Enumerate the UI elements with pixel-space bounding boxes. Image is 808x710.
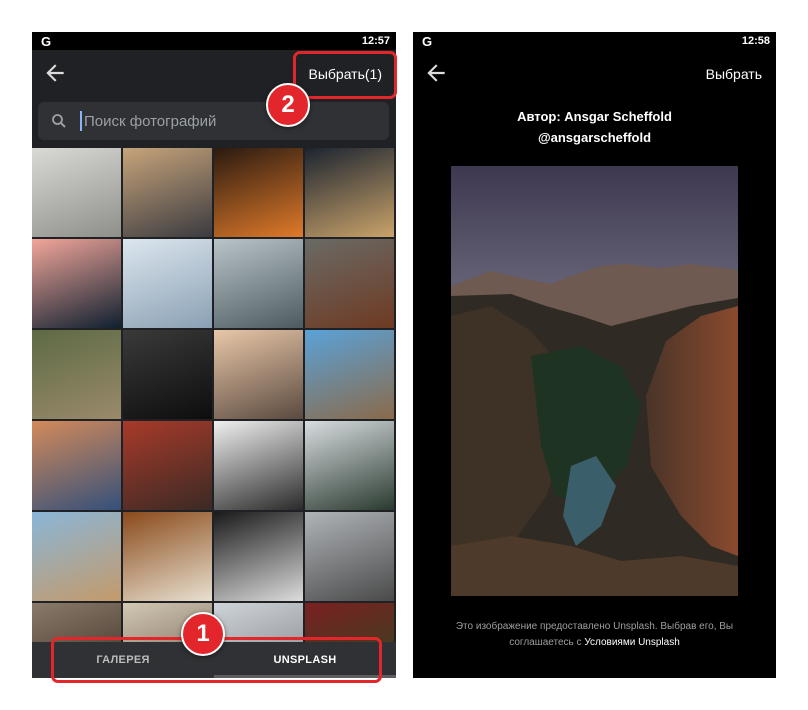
canyon-thumbnail-photo[interactable] [305, 239, 394, 328]
rainy-street-photo[interactable] [305, 512, 394, 601]
beach-sunset-photo[interactable] [214, 330, 303, 419]
status-time: 12:57 [361, 35, 390, 47]
status-bar: G 12:57 [32, 32, 396, 50]
hole-illustration-photo[interactable] [32, 239, 121, 328]
select-button-highlight [293, 51, 397, 99]
back-button[interactable] [423, 60, 449, 86]
canyon-photo-image [451, 166, 738, 596]
city-lights-photo[interactable] [305, 148, 394, 237]
step-2-badge: 2 [266, 83, 310, 127]
photo-preview-screen: G 12:58 Выбрать Автор: Ansgar Scheffold … [413, 32, 776, 678]
back-button[interactable] [42, 60, 68, 86]
cafe-people-photo[interactable] [123, 421, 212, 510]
step-1-badge: 1 [181, 612, 225, 656]
photo-grid [32, 148, 396, 644]
search-bar[interactable] [38, 102, 389, 140]
search-input[interactable] [84, 108, 374, 134]
man-with-dog-photo[interactable] [32, 330, 121, 419]
app-bar: Выбрать [413, 50, 776, 98]
select-button[interactable]: Выбрать [706, 66, 762, 82]
girl-running-photo[interactable] [123, 239, 212, 328]
husky-photo[interactable] [214, 512, 303, 601]
author-info: Автор: Ansgar Scheffold @ansgarscheffold [413, 106, 776, 148]
search-icon [52, 114, 66, 128]
blue-mountains-photo[interactable] [32, 421, 121, 510]
author-handle[interactable]: @ansgarscheffold [413, 127, 776, 148]
city-street-photo[interactable] [123, 148, 212, 237]
arrow-left-icon [427, 64, 445, 82]
graffiti-wall-photo[interactable] [305, 330, 394, 419]
status-time: 12:58 [741, 35, 770, 47]
woman-donut-photo[interactable] [214, 421, 303, 510]
tablet-map-photo[interactable] [32, 512, 121, 601]
neon-clock-photo[interactable] [214, 148, 303, 237]
waterfall-photo[interactable] [214, 239, 303, 328]
status-bar: G 12:58 [413, 32, 776, 50]
unsplash-credit: Это изображение предоставлено Unsplash. … [433, 619, 756, 651]
canyon-photo [451, 166, 738, 596]
credit-line-1: Это изображение предоставлено Unsplash. … [455, 621, 734, 632]
gallery-picker-screen: G 12:57 Выбрать(1) ГАЛЕРЕЯ UNSPLASH [32, 32, 396, 678]
pomeranian-photo[interactable] [123, 512, 212, 601]
credit-line-2: соглашаетесь с [509, 637, 585, 648]
text-cursor [80, 111, 82, 131]
snowy-forest-photo[interactable] [305, 421, 394, 510]
unsplash-terms-link[interactable]: Условиями Unsplash [584, 637, 679, 648]
dark-room-photo[interactable] [123, 330, 212, 419]
arrow-left-icon [46, 64, 64, 82]
author-name: Автор: Ansgar Scheffold [517, 109, 672, 124]
google-icon: G [422, 34, 433, 49]
laptop-desk-photo[interactable] [32, 148, 121, 237]
google-icon: G [41, 34, 52, 49]
